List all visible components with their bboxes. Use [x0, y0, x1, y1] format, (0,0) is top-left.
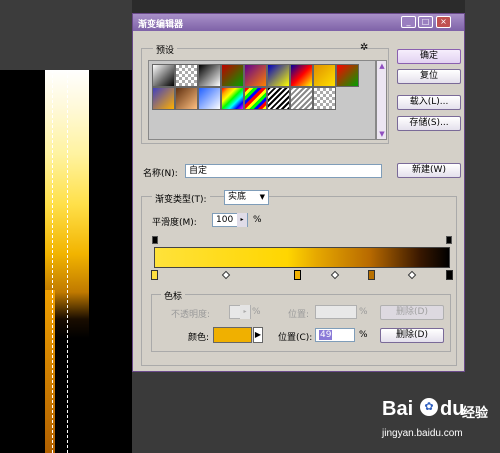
color-stop[interactable] — [151, 270, 158, 280]
opacity-label: 不透明度: — [171, 310, 211, 320]
position-percent: % — [359, 330, 368, 340]
scroll-down-icon[interactable]: ▼ — [378, 130, 386, 138]
watermark-sub: 经验 — [462, 406, 489, 421]
presets-label: 预设 — [153, 43, 178, 56]
preset-swatch[interactable] — [313, 64, 336, 87]
gradient-strip-edge — [45, 290, 55, 453]
opacity-position-label: 位置: — [288, 310, 310, 320]
watermark-brand-2: du — [440, 398, 465, 420]
minimize-icon[interactable]: _ — [401, 16, 416, 28]
preset-swatch[interactable] — [198, 87, 221, 110]
preset-swatch[interactable] — [267, 87, 290, 110]
preset-swatch[interactable] — [152, 64, 175, 87]
title-bar[interactable]: 渐变编辑器 _ □ × — [133, 14, 464, 31]
opacity-stop-left[interactable] — [152, 236, 158, 244]
ok-button[interactable]: 确定 — [397, 49, 461, 64]
gradient-preview-bar[interactable] — [154, 247, 450, 268]
preset-swatch[interactable] — [244, 87, 267, 110]
baidu-watermark: Bai ✿ du 经验 jingyan.baidu.com — [382, 398, 492, 448]
gradient-type-select[interactable]: 实底 ▼ — [224, 190, 269, 205]
opacity-delete-button: 删除(D) — [380, 305, 444, 320]
preset-swatch[interactable] — [175, 64, 198, 87]
position-value: 49 — [319, 330, 333, 340]
color-stop[interactable] — [446, 270, 453, 280]
smoothness-percent: % — [253, 215, 262, 225]
reset-button[interactable]: 复位 — [397, 69, 461, 84]
save-button[interactable]: 存储(S)... — [397, 116, 461, 131]
new-button[interactable]: 新建(W) — [397, 163, 461, 178]
position-input[interactable]: 49 — [315, 328, 355, 342]
smoothness-label: 平滑度(M): — [152, 218, 197, 228]
preset-swatch[interactable] — [336, 64, 359, 87]
color-label: 颜色: — [188, 333, 210, 343]
preset-swatch[interactable] — [221, 87, 244, 110]
opacity-position-percent: % — [359, 307, 368, 317]
load-button[interactable]: 载入(L)... — [397, 95, 461, 110]
delete-button[interactable]: 删除(D) — [380, 328, 444, 343]
gradient-type-value: 实底 — [228, 192, 247, 202]
selection-edge-left — [52, 70, 53, 453]
watermark-brand: Bai — [382, 398, 414, 420]
preset-swatch[interactable] — [244, 64, 267, 87]
opacity-stop-right[interactable] — [446, 236, 452, 244]
watermark-url: jingyan.baidu.com — [382, 428, 463, 439]
preset-swatch[interactable] — [313, 87, 336, 110]
opacity-position-input — [315, 305, 357, 319]
preset-swatch[interactable] — [290, 87, 313, 110]
gradient-type-label: 渐变类型(T): — [152, 192, 210, 205]
color-stop-selected[interactable] — [294, 270, 301, 280]
opacity-percent: % — [252, 307, 261, 317]
canvas-right-area — [465, 0, 500, 453]
canvas-top-area — [0, 0, 132, 70]
preset-swatch[interactable] — [221, 64, 244, 87]
smoothness-arrow-icon[interactable]: ▸ — [237, 213, 247, 227]
dialog-title: 渐变编辑器 — [138, 20, 184, 30]
close-icon[interactable]: × — [436, 16, 451, 28]
preset-swatch[interactable] — [290, 64, 313, 87]
color-swatch[interactable] — [213, 327, 252, 343]
selection-edge-right — [67, 70, 68, 453]
paw-icon: ✿ — [420, 398, 438, 416]
chevron-down-icon: ▼ — [259, 193, 265, 201]
preset-swatch[interactable] — [152, 87, 175, 110]
position-label: 位置(C): — [278, 333, 313, 343]
stops-group-label: 色标 — [161, 289, 186, 302]
color-stop[interactable] — [368, 270, 375, 280]
name-label: 名称(N): — [143, 169, 178, 179]
opacity-arrow-icon: ▸ — [240, 305, 250, 319]
preset-swatch[interactable] — [198, 64, 221, 87]
color-menu-arrow-icon[interactable]: ▶ — [253, 327, 263, 343]
presets-scrollbar[interactable]: ▲ ▼ — [376, 60, 387, 140]
preset-swatch[interactable] — [175, 87, 198, 110]
gradient-editor-dialog: 渐变编辑器 _ □ × 预设 ✲ ▲ ▼ 确定 复位 载入(L)... 存储(S… — [132, 13, 465, 372]
scroll-up-icon[interactable]: ▲ — [378, 62, 386, 70]
restore-icon[interactable]: □ — [418, 16, 433, 28]
gear-icon[interactable]: ✲ — [360, 42, 368, 53]
preset-swatch[interactable] — [267, 64, 290, 87]
name-input[interactable]: 自定 — [185, 164, 382, 178]
presets-grid — [148, 60, 376, 140]
color-stops-group — [151, 294, 451, 352]
